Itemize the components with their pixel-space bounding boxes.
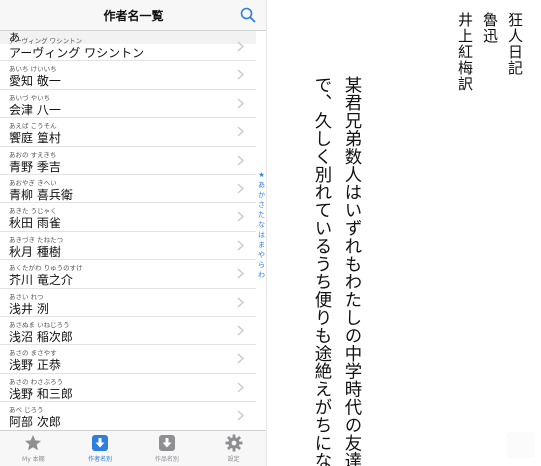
list-item[interactable]: あきづき たねたつ 秋月 種樹	[0, 232, 256, 261]
star-icon	[25, 435, 42, 451]
chevron-right-icon	[237, 126, 244, 137]
body-text-line: で、久しく別れているうち便りも途絶えがちにな	[312, 76, 332, 466]
index-favorites[interactable]: ★	[256, 170, 266, 180]
list-item[interactable]: あおやぎ きへい 青柳 喜兵衛	[0, 175, 256, 204]
tab-by-author[interactable]: 作者名別	[67, 431, 134, 466]
book-reader: 狂人日記 魯迅 井上紅梅訳 某君兄弟数人はいずれもわたしの中学時代の友達 で、久…	[267, 0, 541, 466]
index-ra[interactable]: ら	[256, 260, 266, 270]
index-ha[interactable]: は	[256, 230, 266, 240]
chevron-right-icon	[237, 297, 244, 308]
index-ya[interactable]: や	[256, 250, 266, 260]
tab-by-title[interactable]: 作品名別	[134, 431, 201, 466]
author-name: アーヴィング ワシントン	[9, 46, 145, 60]
author-name: 浅井 洌	[9, 301, 49, 316]
gear-icon	[225, 434, 243, 452]
list-item[interactable]: アーヴィング ワシントン アーヴィング ワシントン	[0, 33, 256, 62]
index-wa[interactable]: わ	[256, 270, 266, 280]
search-icon[interactable]	[239, 6, 257, 24]
phone-screen: 作者名一覧 あ アーヴィング ワシントン アーヴィング ワシントン あいち けい…	[0, 0, 267, 466]
list-item[interactable]: あいづ やいち 会津 八一	[0, 90, 256, 119]
chevron-right-icon	[237, 382, 244, 393]
body-text-line: 某君兄弟数人はいずれもわたしの中学時代の友達	[342, 76, 362, 466]
list-item[interactable]: あさぬま いねじろう 浅沼 稲次郎	[0, 317, 256, 346]
author-name: 秋月 種樹	[9, 244, 61, 259]
author-name: 阿部 次郎	[9, 415, 61, 430]
list-item[interactable]: あいち けいいち 愛知 敬一	[0, 61, 256, 90]
chevron-right-icon	[237, 41, 244, 52]
index-ka[interactable]: か	[256, 190, 266, 200]
tab-label: 作者名別	[88, 456, 113, 463]
chevron-right-icon	[237, 240, 244, 251]
chevron-right-icon	[237, 211, 244, 222]
list-item[interactable]: あおの すえきち 青野 季吉	[0, 147, 256, 175]
author-name: 浅野 正恭	[9, 358, 61, 373]
download-icon	[92, 435, 109, 451]
author-name: 青野 季吉	[9, 159, 61, 174]
index-a[interactable]: あ	[256, 180, 266, 190]
chevron-right-icon	[237, 410, 244, 421]
chevron-right-icon	[237, 69, 244, 80]
list-item[interactable]: あくたがわ りゅうのすけ 芥川 竜之介	[0, 260, 256, 289]
download-icon	[158, 435, 175, 451]
book-author: 魯迅	[481, 12, 499, 44]
author-name: 愛知 敬一	[9, 74, 61, 89]
book-title: 狂人日記	[506, 12, 524, 76]
page-title: 作者名一覧	[103, 9, 164, 23]
author-name: 青柳 喜兵衛	[9, 188, 73, 202]
index-ta[interactable]: た	[256, 210, 266, 220]
author-name: 芥川 竜之介	[9, 273, 73, 288]
tab-label: 作品名別	[154, 456, 179, 463]
list-item[interactable]: あきた うじゃく 秋田 雨雀	[0, 203, 256, 232]
author-name: 饗庭 篁村	[9, 131, 61, 146]
page-corner-mark	[507, 432, 535, 458]
chevron-right-icon	[237, 268, 244, 279]
chevron-right-icon	[237, 183, 244, 194]
tab-settings[interactable]: 設定	[200, 431, 266, 466]
navigation-bar: 作者名一覧	[0, 0, 266, 31]
index-sa[interactable]: さ	[256, 200, 266, 210]
tab-bar: My 本棚 作者名別 作品名別 設定	[0, 430, 266, 466]
chevron-right-icon	[237, 155, 244, 166]
chevron-right-icon	[237, 98, 244, 109]
list-item[interactable]: あべ じろう 阿部 次郎	[0, 402, 256, 430]
author-name: 浅沼 稲次郎	[9, 330, 73, 344]
tab-label: 設定	[227, 456, 240, 463]
section-index-bar[interactable]: ★ あ か さ た な は ま や ら わ	[256, 170, 266, 280]
index-ma[interactable]: ま	[256, 240, 266, 250]
list-item[interactable]: あさの まさやす 浅野 正恭	[0, 345, 256, 374]
list-item[interactable]: あさの わさぶろう 浅野 和三郎	[0, 374, 256, 403]
index-na[interactable]: な	[256, 220, 266, 230]
chevron-right-icon	[237, 353, 244, 364]
author-name: 浅野 和三郎	[9, 386, 73, 401]
list-item[interactable]: あさい れつ 浅井 洌	[0, 289, 256, 317]
tab-my-bookshelf[interactable]: My 本棚	[0, 431, 67, 466]
tab-label: My 本棚	[22, 456, 45, 463]
chevron-right-icon	[237, 325, 244, 336]
author-name: 秋田 雨雀	[9, 216, 61, 231]
author-name: 会津 八一	[9, 102, 61, 117]
book-translator: 井上紅梅訳	[456, 12, 474, 92]
author-list: あ アーヴィング ワシントン アーヴィング ワシントン あいち けいいち 愛知 …	[0, 31, 256, 430]
list-item[interactable]: あえば こうそん 饗庭 篁村	[0, 118, 256, 147]
